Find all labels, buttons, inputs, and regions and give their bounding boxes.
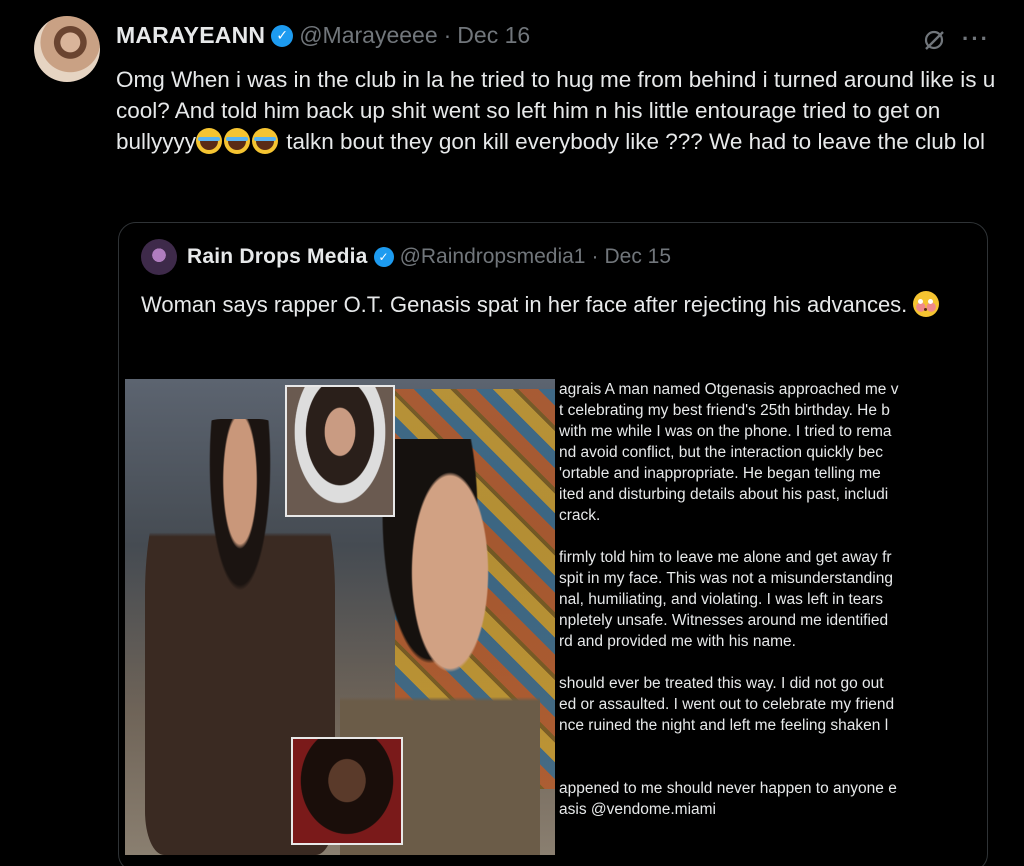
statement-line: ed or assaulted. I went out to celebrate… [559, 696, 895, 713]
inset-photo-rapper [291, 737, 403, 845]
statement-line: with me while I was on the phone. I trie… [559, 423, 892, 440]
statement-line [559, 652, 975, 673]
statement-line: asis @vendome.miami [559, 801, 717, 818]
quoted-tweet-text: Woman says rapper O.T. Genasis spat in h… [141, 289, 961, 320]
statement-line [559, 526, 975, 547]
loudly-crying-face-emoji-icon [252, 128, 279, 154]
statement-line [559, 757, 975, 778]
statement-line: should ever be treated this way. I did n… [559, 675, 884, 692]
statement-screenshot: agrais A man named Otgenasis approached … [555, 379, 975, 855]
statement-line: firmly told him to leave me alone and ge… [559, 549, 892, 566]
quoted-tweet-header: Rain Drops Media ✓ @Raindropsmedia1 · De… [187, 245, 671, 269]
quoted-author-display-name[interactable]: Rain Drops Media [187, 245, 368, 269]
author-handle[interactable]: @Marayeeee [299, 22, 437, 49]
collage-photo [125, 379, 555, 855]
statement-line: nal, humiliating, and violating. I was l… [559, 591, 883, 608]
statement-line: appened to me should never happen to any… [559, 780, 897, 797]
tweet-header: MARAYEANN ✓ @Marayeeee · Dec 16 [116, 22, 530, 49]
statement-line: 'ortable and inappropriate. He began tel… [559, 465, 881, 482]
loudly-crying-face-emoji-icon [224, 128, 251, 154]
quoted-tweet-media[interactable]: agrais A man named Otgenasis approached … [125, 379, 975, 855]
separator-dot: · [443, 22, 452, 48]
grok-icon[interactable] [922, 28, 946, 52]
tweet-text-part2: talkn bout they gon kill everybody like … [280, 129, 986, 154]
more-icon[interactable]: ··· [962, 26, 990, 52]
separator-dot: · [591, 245, 599, 268]
statement-line: ited and disturbing details about his pa… [559, 486, 889, 503]
statement-line: t celebrating my best friend's 25th birt… [559, 402, 890, 419]
statement-line: crack. [559, 507, 601, 524]
tweet: MARAYEANN ✓ @Marayeeee · Dec 16 ··· Omg … [0, 0, 1024, 866]
quoted-author-handle[interactable]: @Raindropsmedia1 [400, 245, 586, 269]
author-avatar[interactable] [34, 16, 100, 82]
statement-line: spit in my face. This was not a misunder… [559, 570, 893, 587]
statement-line: agrais A man named Otgenasis approached … [559, 381, 899, 398]
author-display-name[interactable]: MARAYEANN [116, 22, 265, 49]
statement-line: nd avoid conflict, but the interaction q… [559, 444, 883, 461]
verified-badge-icon: ✓ [373, 247, 394, 267]
flushed-face-emoji-icon [913, 291, 940, 317]
tweet-date[interactable]: Dec 16 [457, 22, 530, 49]
inset-photo-woman [285, 385, 395, 517]
verified-badge-icon: ✓ [271, 24, 294, 47]
statement-line: npletely unsafe. Witnesses around me ide… [559, 612, 889, 629]
loudly-crying-face-emoji-icon [196, 128, 223, 154]
statement-line: rd and provided me with his name. [559, 633, 796, 650]
quoted-author-avatar[interactable] [141, 239, 177, 275]
quoted-tweet[interactable]: Rain Drops Media ✓ @Raindropsmedia1 · De… [118, 222, 988, 866]
quoted-tweet-text-body: Woman says rapper O.T. Genasis spat in h… [141, 292, 914, 317]
quoted-tweet-date[interactable]: Dec 15 [604, 245, 671, 269]
tweet-text: Omg When i was in the club in la he trie… [116, 64, 996, 157]
statement-line: nce ruined the night and left me feeling… [559, 717, 889, 734]
statement-line [559, 736, 975, 757]
